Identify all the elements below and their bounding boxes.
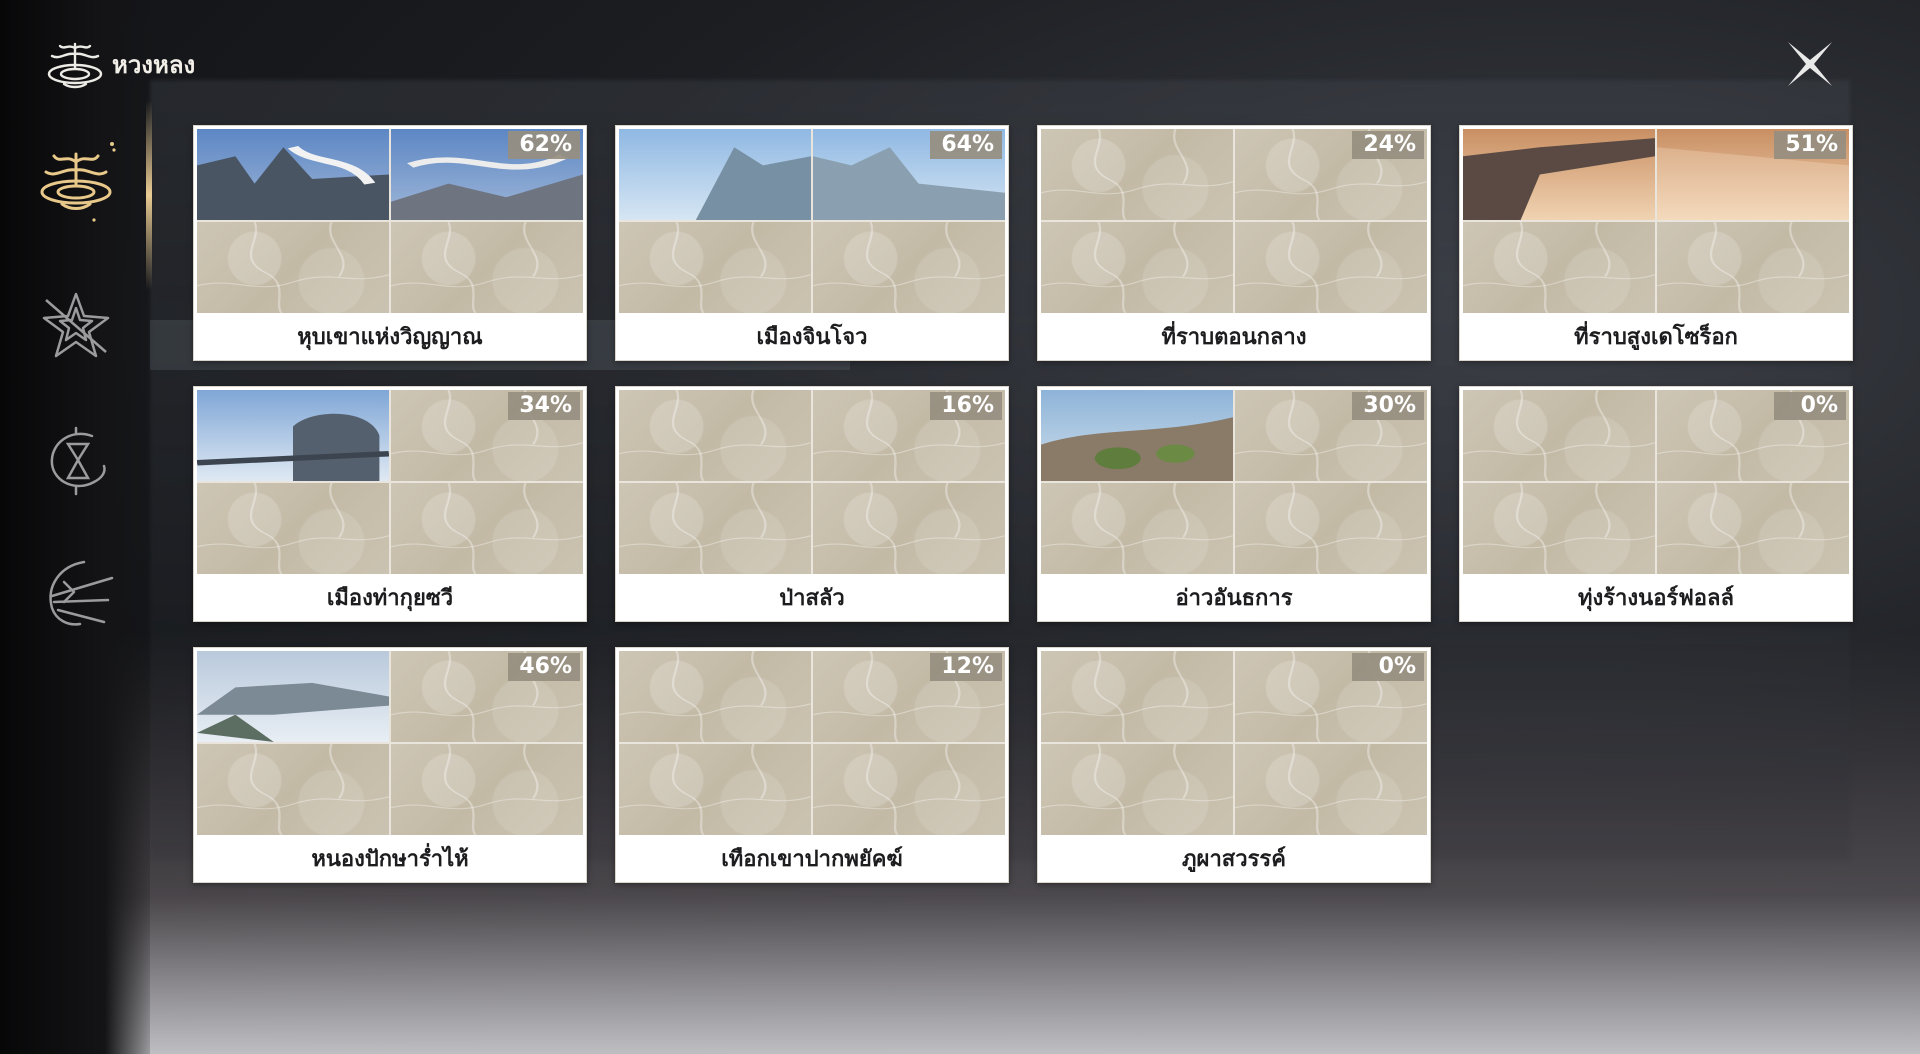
unexplored-map-tile <box>619 744 811 835</box>
region-name-label: เมืองท่ากุยซวี <box>326 586 454 611</box>
exploration-percent-badge: 46% <box>508 653 580 681</box>
unexplored-map-tile <box>619 222 811 313</box>
explored-tile-image <box>1041 390 1233 481</box>
unexplored-map-tile <box>1041 744 1233 835</box>
unexplored-map-tile <box>1463 390 1655 481</box>
explored-tile-image <box>619 129 811 220</box>
blade-crest-icon <box>49 560 114 626</box>
close-button[interactable] <box>1784 38 1836 90</box>
region-card[interactable]: 51% ที่ราบสูงเดโซร็อก <box>1459 125 1853 361</box>
sidebar-active-glow <box>146 100 152 290</box>
unexplored-map-tile <box>813 483 1005 574</box>
region-name-label: เมืองจินโจว <box>756 325 868 350</box>
region-card[interactable]: 34% เมืองท่ากุยซวี <box>193 386 587 622</box>
region-card[interactable]: 30% อ่าวอันธการ <box>1037 386 1431 622</box>
exploration-percent-badge: 62% <box>508 131 580 159</box>
region-name-label: เทือกเขาปากพยัคฆ์ <box>721 847 903 872</box>
explored-tile-image <box>197 390 389 481</box>
hourglass-crest-icon <box>50 426 106 496</box>
exploration-percent-badge: 12% <box>930 653 1002 681</box>
unexplored-map-tile <box>197 222 389 313</box>
unexplored-map-tile <box>1463 222 1655 313</box>
region-card[interactable]: 24% ที่ราบตอนกลาง <box>1037 125 1431 361</box>
region-name-label: ทุ่งร้างนอร์ฟอลล์ <box>1578 586 1734 611</box>
region-name-label: ภูผาสวรรค์ <box>1182 847 1286 872</box>
exploration-percent-badge: 51% <box>1774 131 1846 159</box>
region-name-label: อ่าวอันธการ <box>1175 586 1293 611</box>
unexplored-map-tile <box>619 483 811 574</box>
exploration-percent-badge: 34% <box>508 392 580 420</box>
sidebar-item-huanglong[interactable] <box>34 140 118 224</box>
unexplored-map-tile <box>391 744 583 835</box>
explored-tile-image <box>197 129 389 220</box>
unexplored-map-tile <box>1041 129 1233 220</box>
star-crest-icon <box>42 292 110 358</box>
region-card[interactable]: 0% ทุ่งร้างนอร์ฟอลล์ <box>1459 386 1853 622</box>
page-title: หวงหลง <box>112 50 196 79</box>
exploration-percent-badge: 24% <box>1352 131 1424 159</box>
unexplored-map-tile <box>1463 483 1655 574</box>
unexplored-map-tile <box>813 222 1005 313</box>
huanglong-logo-icon <box>47 42 103 89</box>
unexplored-map-tile <box>1235 744 1427 835</box>
region-card[interactable]: 0% ภูผาสวรรค์ <box>1037 647 1431 883</box>
sidebar-item-hourglass-crest[interactable] <box>34 418 118 502</box>
exploration-percent-badge: 0% <box>1352 653 1424 681</box>
explored-tile-image <box>1463 129 1655 220</box>
unexplored-map-tile <box>391 222 583 313</box>
unexplored-map-tile <box>619 651 811 742</box>
region-name-label: ป่าสลัว <box>779 586 845 611</box>
unexplored-map-tile <box>197 483 389 574</box>
region-name-label: หนองปักษาร่ำไห้ <box>311 847 469 872</box>
unexplored-map-tile <box>1041 651 1233 742</box>
region-card[interactable]: 16% ป่าสลัว <box>615 386 1009 622</box>
exploration-percent-badge: 16% <box>930 392 1002 420</box>
region-name-label: ที่ราบสูงเดโซร็อก <box>1574 325 1738 350</box>
region-card[interactable]: 12% เทือกเขาปากพยัคฆ์ <box>615 647 1009 883</box>
unexplored-map-tile <box>1041 483 1233 574</box>
header-logo: หวงหลง <box>44 38 195 90</box>
unexplored-map-tile <box>1235 222 1427 313</box>
unexplored-map-tile <box>1235 483 1427 574</box>
close-icon <box>1788 42 1832 86</box>
sidebar-item-blade-crest[interactable] <box>34 552 118 636</box>
exploration-percent-badge: 30% <box>1352 392 1424 420</box>
region-name-label: ที่ราบตอนกลาง <box>1161 325 1307 350</box>
exploration-percent-badge: 0% <box>1774 392 1846 420</box>
unexplored-map-tile <box>1657 483 1849 574</box>
region-name-label: หุบเขาแห่งวิญญาณ <box>297 325 483 350</box>
unexplored-map-tile <box>197 744 389 835</box>
unexplored-map-tile <box>1657 222 1849 313</box>
unexplored-map-tile <box>391 483 583 574</box>
region-card[interactable]: 46% หนองปักษาร่ำไห้ <box>193 647 587 883</box>
sidebar-item-star-crest[interactable] <box>34 284 118 368</box>
unexplored-map-tile <box>1041 222 1233 313</box>
unexplored-map-tile <box>813 744 1005 835</box>
region-card[interactable]: 64% เมืองจินโจว <box>615 125 1009 361</box>
golden-emblem-icon <box>40 142 116 222</box>
explored-tile-image <box>197 651 389 742</box>
region-card[interactable]: 62% หุบเขาแห่งวิญญาณ <box>193 125 587 361</box>
unexplored-map-tile <box>619 390 811 481</box>
exploration-percent-badge: 64% <box>930 131 1002 159</box>
